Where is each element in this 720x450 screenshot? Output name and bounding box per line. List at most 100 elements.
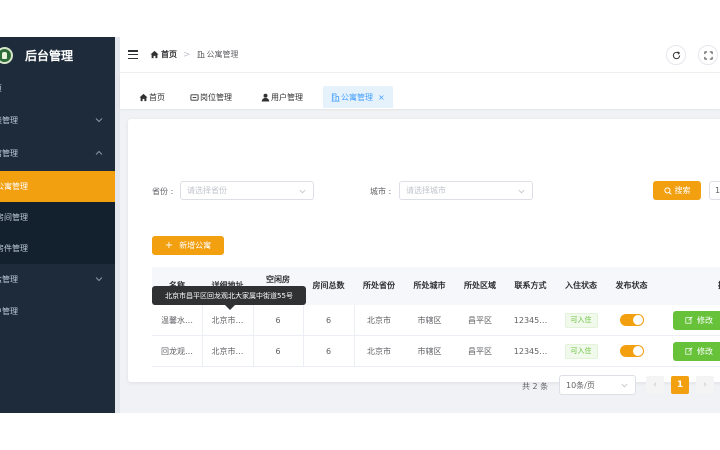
- reset-button-label: 1: [715, 186, 720, 195]
- tab-label: 首页: [149, 92, 165, 102]
- prev-page-button[interactable]: ‹: [646, 376, 664, 394]
- cell-phone: 12345…: [513, 346, 548, 356]
- tab-label: 用户管理: [271, 92, 303, 102]
- hamburger-icon[interactable]: [128, 50, 138, 60]
- breadcrumb-separator: >: [183, 49, 191, 60]
- sidebar-item-label: 寓管理: [0, 149, 18, 158]
- fullscreen-button[interactable]: [698, 45, 718, 65]
- city-label: 城市 :: [370, 187, 392, 196]
- building-icon: [331, 92, 340, 102]
- table-row: 温馨水… 北京市… 6 6 北京市 市辖区 昌平区 12345… 可入住 修改: [152, 305, 720, 336]
- sidebar: 后台管理 页 谈管理 寓管理 公寓管理 房间管理 房件管理 盐管理 户管理: [0, 37, 115, 413]
- sidebar-item-label: 盐管理: [0, 275, 18, 284]
- tab-post[interactable]: 岗位管理: [190, 86, 232, 108]
- th-province: 所处省份: [363, 281, 395, 290]
- sidebar-item-label: 房间管理: [0, 213, 28, 222]
- add-apartment-button[interactable]: + 新增公寓: [152, 236, 224, 255]
- app-title: 后台管理: [25, 49, 74, 63]
- province-select[interactable]: 请选择省份: [180, 181, 314, 200]
- address-tooltip: 北京市昌平区回龙观北大家属中街道55号: [152, 286, 306, 305]
- sidebar-item-apartment[interactable]: 公寓管理: [0, 171, 115, 202]
- sidebar-item-label: 谈管理: [0, 116, 18, 125]
- table-row: 回龙观… 北京市… 6 6 北京市 市辖区 昌平区 12345… 可入住 修改: [152, 336, 720, 367]
- edit-button[interactable]: 修改: [673, 310, 720, 330]
- brand: 后台管理: [0, 37, 115, 73]
- cell-actions: 修改: [657, 336, 720, 366]
- province-placeholder: 请选择省份: [187, 186, 227, 195]
- th-actions: 操: [657, 267, 720, 305]
- publish-toggle[interactable]: [619, 314, 644, 326]
- logo-icon: [0, 47, 13, 64]
- refresh-icon: [672, 50, 680, 59]
- tab-user[interactable]: 用户管理: [261, 86, 303, 108]
- post-icon: [190, 93, 199, 101]
- status-badge: 可入住: [564, 343, 598, 359]
- sidebar-item-salt[interactable]: 盐管理: [0, 264, 115, 295]
- cell-district: 昌平区: [468, 346, 492, 356]
- cell-free-rooms: 6: [275, 315, 281, 325]
- cell-city: 市辖区: [417, 346, 442, 356]
- tab-home[interactable]: 首页: [139, 86, 165, 108]
- edit-button-label: 修改: [697, 346, 713, 356]
- content-card: 省份 : 请选择省份 城市 : 请选择城市 搜索 1 + 新增公寓 名称 详细地…: [128, 119, 720, 395]
- cell-city: 市辖区: [417, 315, 442, 325]
- tooltip-arrow: [225, 305, 235, 310]
- cell-name: 回龙观…: [161, 346, 193, 356]
- edit-icon: [685, 347, 693, 355]
- next-page-button[interactable]: ›: [696, 376, 714, 394]
- cell-actions: 修改: [657, 305, 720, 335]
- th-total-rooms: 房间总数: [312, 281, 345, 290]
- breadcrumb: 首页 > 公寓管理: [150, 49, 239, 60]
- cell-province: 北京市: [367, 346, 391, 356]
- th-district: 所处区域: [464, 281, 496, 290]
- publish-toggle[interactable]: [619, 345, 644, 357]
- cell-check-in-status: 可入住: [556, 305, 606, 335]
- cell-province: 北京市: [367, 315, 391, 325]
- sidebar-item-home[interactable]: 页: [0, 73, 115, 104]
- close-icon[interactable]: ×: [378, 93, 385, 102]
- page-size-value: 10条/页: [566, 380, 595, 390]
- sidebar-item-talk[interactable]: 谈管理: [0, 105, 115, 136]
- cell-total-rooms: 6: [325, 346, 332, 356]
- chevron-down-icon: [95, 116, 103, 124]
- chevron-up-icon: [95, 149, 103, 157]
- city-select[interactable]: 请选择城市: [399, 181, 533, 200]
- edit-button[interactable]: 修改: [673, 341, 720, 361]
- th-city: 所处城市: [413, 281, 446, 290]
- fullscreen-icon: [703, 50, 713, 60]
- status-badge: 可入住: [564, 312, 598, 328]
- page-size-select[interactable]: 10条/页: [559, 375, 636, 395]
- page-number[interactable]: 1: [671, 376, 689, 394]
- cell-free-rooms: 6: [275, 346, 281, 356]
- cell-phone: 12345…: [513, 315, 548, 325]
- add-apartment-label: 新增公寓: [179, 241, 212, 250]
- tab-label: 公寓管理: [341, 92, 373, 102]
- search-button[interactable]: 搜索: [653, 181, 701, 200]
- sidebar-item-user[interactable]: 户管理: [0, 296, 115, 327]
- tabs-bar: 首页 岗位管理 用户管理 公寓管理 ×: [120, 73, 720, 109]
- sidebar-item-attachment[interactable]: 房件管理: [0, 233, 115, 264]
- plus-icon: +: [164, 240, 174, 251]
- app-frame: 后台管理 页 谈管理 寓管理 公寓管理 房间管理 房件管理 盐管理 户管理: [0, 37, 720, 413]
- sidebar-item-label: 户管理: [0, 307, 18, 316]
- chevron-down-icon: [621, 382, 628, 389]
- sidebar-item-label: 页: [0, 83, 2, 94]
- reset-button[interactable]: 1: [709, 181, 720, 200]
- cell-publish-status: [606, 305, 657, 335]
- sidebar-item-room[interactable]: 房间管理: [0, 202, 115, 233]
- home-icon: [139, 93, 148, 101]
- home-icon: [150, 50, 159, 59]
- sidebar-item-apartment-group[interactable]: 寓管理: [0, 138, 115, 169]
- edit-button-label: 修改: [697, 315, 713, 325]
- refresh-button[interactable]: [666, 45, 686, 65]
- th-check-in-status: 入住状态: [565, 281, 597, 290]
- edit-icon: [685, 316, 693, 324]
- th-phone: 联系方式: [514, 281, 547, 290]
- building-icon: [196, 50, 205, 59]
- search-icon: [663, 186, 672, 195]
- cell-check-in-status: 可入住: [556, 336, 606, 366]
- tab-apartment[interactable]: 公寓管理 ×: [323, 86, 393, 108]
- breadcrumb-home[interactable]: 首页: [161, 49, 177, 60]
- chevron-down-icon: [299, 188, 306, 195]
- top-header: 首页 > 公寓管理: [120, 37, 720, 73]
